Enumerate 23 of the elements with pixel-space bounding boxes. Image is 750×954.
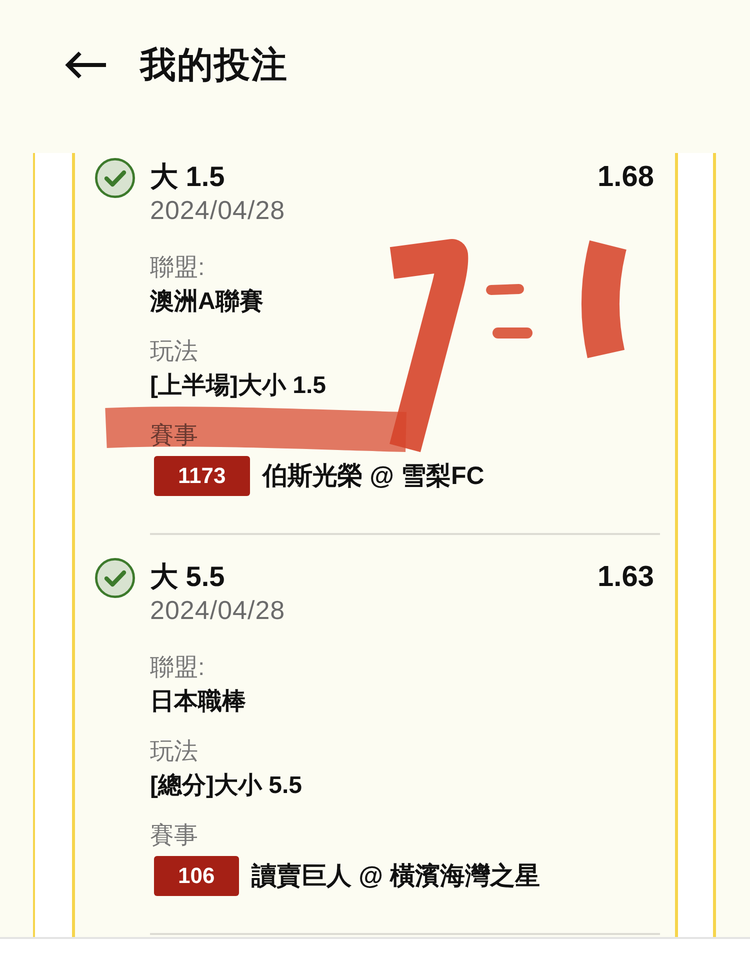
event-number-badge: 106 [154, 856, 239, 896]
bet-selection: 大 5.5 [150, 560, 225, 594]
bet-odds: 1.68 [598, 160, 654, 194]
field-label: 聯盟: [150, 253, 206, 283]
field-value: [上半場]大小 1.5 [150, 371, 328, 401]
field-label: 賽事 [150, 421, 199, 451]
bet-date: 2024/04/28 [150, 194, 286, 226]
back-button[interactable] [64, 50, 108, 80]
event-teams: 伯斯光榮 @ 雪梨FC [262, 461, 484, 492]
field-value: 澳洲A聯賽 [150, 287, 264, 317]
field-value: [總分]大小 5.5 [150, 771, 304, 801]
event-teams: 讀賣巨人 @ 橫濱海灣之星 [252, 861, 540, 892]
field-value: 日本職棒 [150, 687, 247, 717]
back-arrow-icon [64, 50, 108, 80]
bet-selection: 大 1.5 [150, 160, 225, 194]
page-title: 我的投注 [140, 43, 288, 87]
field-label: 賽事 [150, 821, 199, 851]
field-label: 聯盟: [150, 653, 206, 683]
field-label: 玩法 [150, 337, 199, 367]
field-label: 玩法 [150, 737, 199, 767]
bet-date: 2024/04/28 [150, 594, 286, 626]
event-number-badge: 1173 [154, 456, 250, 496]
bet-odds: 1.63 [598, 560, 654, 594]
